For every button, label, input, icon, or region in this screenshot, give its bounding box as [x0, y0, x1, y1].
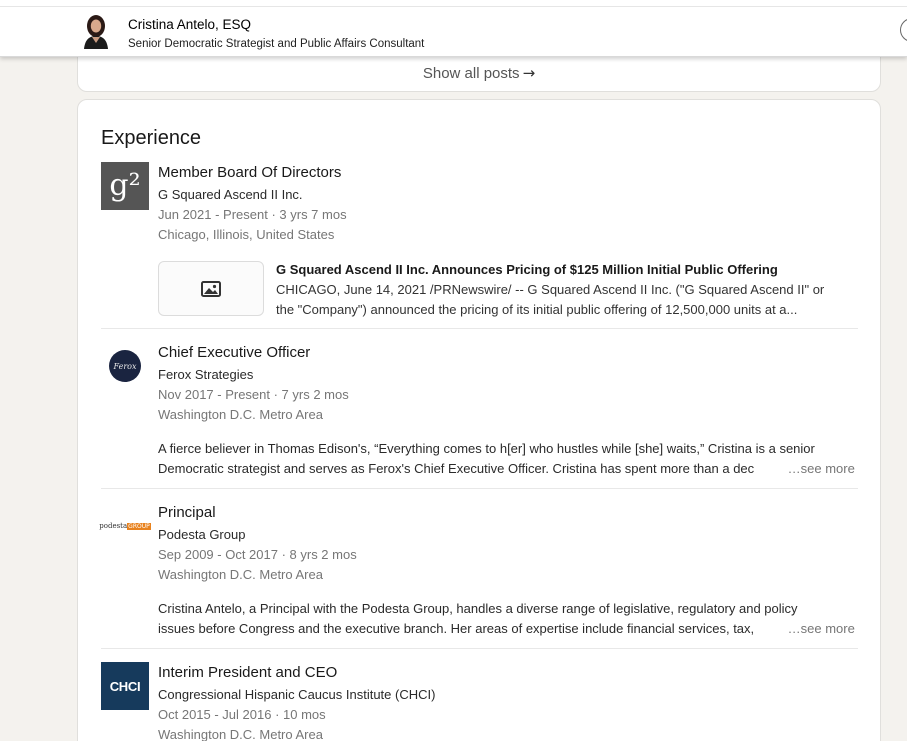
position-location: Washington D.C. Metro Area — [158, 407, 323, 422]
see-more-button[interactable]: …see more — [788, 621, 855, 636]
position-dates: Oct 2015 - Jul 2016 · 10 mos — [158, 707, 326, 722]
position-title[interactable]: Chief Executive Officer — [158, 344, 310, 361]
sticky-profile-header: Cristina Antelo, ESQ Senior Democratic S… — [0, 0, 907, 57]
description-line-1: Cristina Antelo, a Principal with the Po… — [158, 601, 798, 616]
description-line-2: issues before Congress and the executive… — [158, 621, 858, 636]
divider — [101, 648, 858, 649]
more-actions-button[interactable] — [900, 18, 907, 42]
arrow-right-icon: → — [522, 64, 536, 82]
position-dates: Nov 2017 - Present · 7 yrs 2 mos — [158, 387, 349, 402]
ferox-logo[interactable]: Ferox — [101, 342, 149, 390]
podesta-logo-group: GROUP — [127, 522, 151, 530]
company-name: Ferox Strategies — [158, 367, 254, 382]
experience-item-g-squared: g² Member Board Of Directors G Squared A… — [101, 162, 859, 322]
chci-logo[interactable]: CHCI — [101, 662, 149, 710]
divider — [101, 328, 858, 329]
avatar-portrait-icon — [80, 13, 112, 49]
ferox-logo-text: Ferox — [113, 361, 137, 371]
position-title[interactable]: Interim President and CEO — [158, 664, 337, 681]
position-dates: Jun 2021 - Present · 3 yrs 7 mos — [158, 207, 347, 222]
show-all-posts-label: Show all posts — [422, 65, 520, 82]
top-strip — [0, 0, 907, 7]
see-more-button[interactable]: …see more — [788, 461, 855, 476]
position-title[interactable]: Member Board Of Directors — [158, 164, 341, 181]
media-description-line-1: CHICAGO, June 14, 2021 /PRNewswire/ -- G… — [276, 282, 825, 297]
description-line-2-text: issues before Congress and the executive… — [158, 621, 755, 636]
position-location: Chicago, Illinois, United States — [158, 227, 335, 242]
experience-item-chci: CHCI Interim President and CEO Congressi… — [101, 662, 859, 741]
show-all-posts-link[interactable]: Show all posts → — [78, 64, 880, 82]
position-location: Washington D.C. Metro Area — [158, 727, 323, 741]
podesta-logo-word: podesta — [99, 522, 128, 530]
media-thumbnail[interactable] — [158, 261, 264, 316]
profile-name[interactable]: Cristina Antelo, ESQ — [128, 17, 251, 32]
section-title: Experience — [101, 127, 202, 149]
podesta-logo[interactable]: podesta GROUP — [99, 502, 151, 550]
company-name: Congressional Hispanic Caucus Institute … — [158, 687, 436, 702]
g-squared-logo[interactable]: g² — [101, 162, 149, 210]
g-squared-logo-text: g² — [109, 168, 141, 203]
divider — [101, 488, 858, 489]
description-line-2-text: Democratic strategist and serves as Fero… — [158, 461, 755, 476]
position-dates: Sep 2009 - Oct 2017 · 8 yrs 2 mos — [158, 547, 357, 562]
experience-item-podesta: podesta GROUP Principal Podesta Group Sep… — [99, 502, 859, 642]
description-line-1: A fierce believer in Thomas Edison's, “E… — [158, 441, 815, 456]
position-location: Washington D.C. Metro Area — [158, 567, 323, 582]
description-line-2: Democratic strategist and serves as Fero… — [158, 461, 858, 476]
experience-item-ferox: Ferox Chief Executive Officer Ferox Stra… — [101, 342, 859, 482]
company-name: Podesta Group — [158, 527, 246, 542]
chci-logo-text: CHCI — [109, 678, 141, 694]
avatar[interactable] — [80, 13, 112, 49]
profile-headline: Senior Democratic Strategist and Public … — [128, 38, 425, 50]
media-description-line-2: the "Company") announced the pricing of … — [276, 302, 798, 317]
image-icon — [201, 280, 221, 297]
media-title[interactable]: G Squared Ascend II Inc. Announces Prici… — [276, 262, 778, 277]
top-strip-fragment — [600, 0, 860, 5]
position-title[interactable]: Principal — [158, 504, 216, 521]
company-name: G Squared Ascend II Inc. — [158, 187, 303, 202]
experience-section: Experience g² Member Board Of Directors … — [77, 99, 881, 741]
